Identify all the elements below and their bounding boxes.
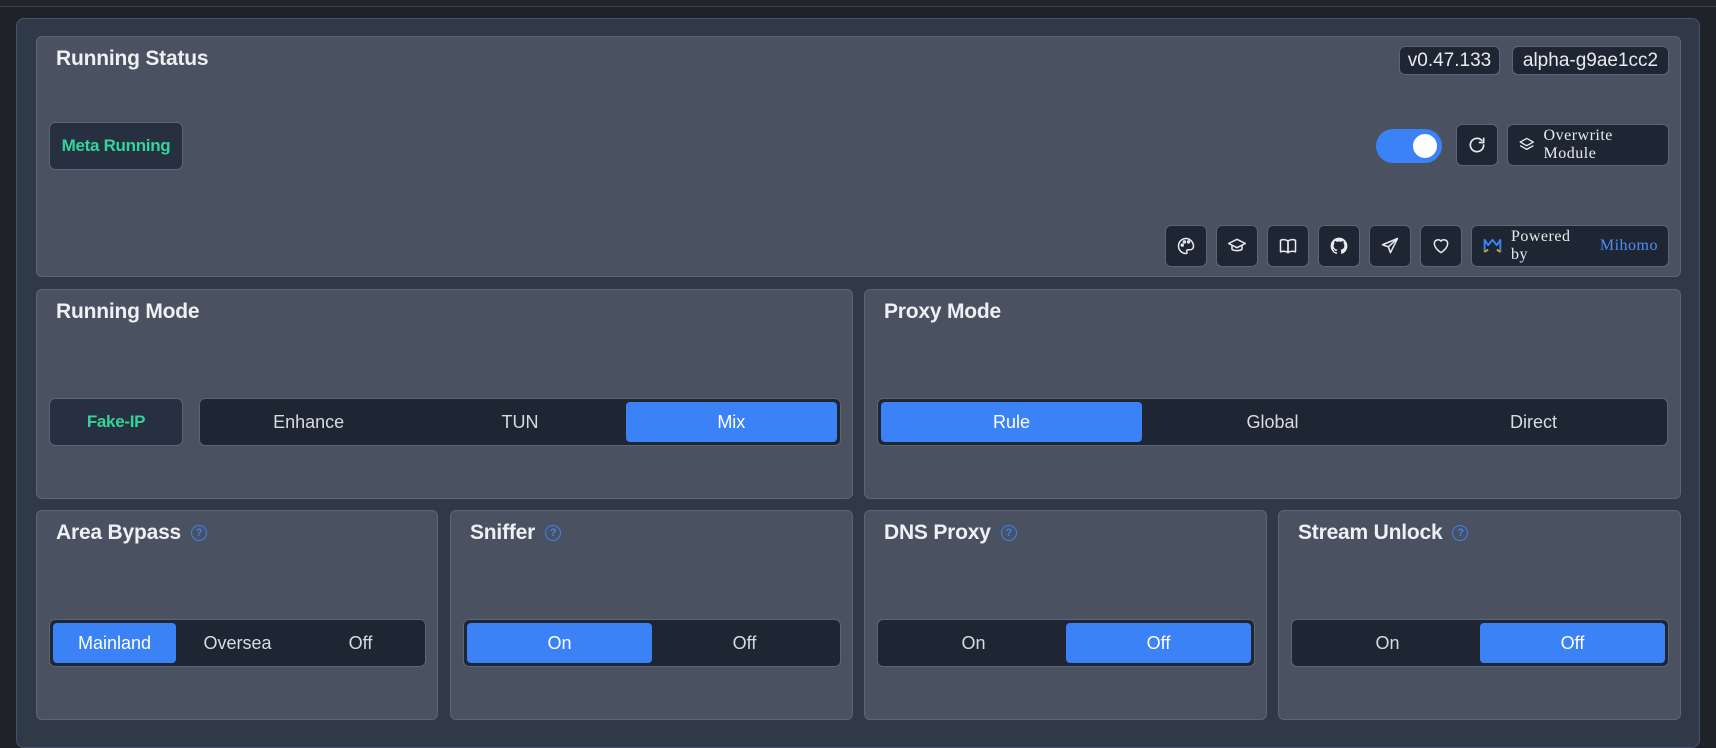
- running-status-card: Running Status v0.47.133 alpha-g9ae1cc2 …: [36, 36, 1681, 277]
- running-status-title: Running Status: [56, 47, 209, 71]
- stream-option-off[interactable]: Off: [1480, 623, 1665, 663]
- stream-option-on[interactable]: On: [1295, 623, 1480, 663]
- card-title-text: Running Mode: [56, 300, 200, 323]
- area-bypass-card: Area Bypass ? Mainland Oversea Off: [36, 510, 438, 720]
- docs-button[interactable]: [1267, 225, 1309, 267]
- card-title-text: Area Bypass: [56, 521, 182, 544]
- telegram-icon: [1381, 237, 1399, 254]
- sniffer-card: Sniffer ? On Off: [450, 510, 853, 720]
- core-toggle[interactable]: [1376, 129, 1442, 163]
- card-title-text: Sniffer: [470, 521, 536, 544]
- github-icon: [1330, 237, 1348, 254]
- area-option-off[interactable]: Off: [299, 623, 422, 663]
- stream-unlock-card: Stream Unlock ? On Off: [1278, 510, 1681, 720]
- mode-option-mix[interactable]: Mix: [625, 402, 837, 442]
- dns-mode-text: Fake-IP: [86, 412, 146, 431]
- running-mode-card: Running Mode Fake-IP Enhance TUN Mix: [36, 289, 853, 499]
- proxy-option-rule[interactable]: Rule: [881, 402, 1142, 442]
- sniffer-selector: On Off: [463, 619, 841, 667]
- mihomo-logo-icon: [1483, 238, 1502, 253]
- version-badge: v0.47.133: [1399, 46, 1500, 75]
- powered-by-text: Powered by: [1510, 228, 1571, 263]
- status-badge: Meta Running: [49, 122, 183, 170]
- palette-icon: [1177, 237, 1195, 255]
- main-panel: Running Status v0.47.133 alpha-g9ae1cc2 …: [16, 18, 1700, 748]
- theme-button[interactable]: [1165, 225, 1207, 267]
- proxy-mode-selector: Rule Global Direct: [877, 398, 1668, 446]
- heart-icon: [1433, 239, 1449, 254]
- core-version-badge: alpha-g9ae1cc2: [1512, 46, 1669, 75]
- help-icon[interactable]: ?: [1452, 525, 1469, 541]
- sniffer-option-on[interactable]: On: [467, 623, 652, 663]
- refresh-icon: [1469, 137, 1485, 153]
- running-mode-selector: Enhance TUN Mix: [199, 398, 841, 446]
- restart-button[interactable]: [1456, 124, 1498, 166]
- proxy-option-direct[interactable]: Direct: [1403, 402, 1664, 442]
- area-bypass-title: Area Bypass ?: [56, 521, 208, 545]
- dns-proxy-card: DNS Proxy ? On Off: [864, 510, 1267, 720]
- area-bypass-selector: Mainland Oversea Off: [49, 619, 426, 667]
- dns-proxy-selector: On Off: [877, 619, 1255, 667]
- card-title-text: Stream Unlock: [1298, 521, 1443, 544]
- graduation-cap-icon: [1227, 238, 1247, 252]
- help-icon[interactable]: ?: [545, 525, 562, 541]
- area-option-oversea[interactable]: Oversea: [176, 623, 299, 663]
- sponsor-button[interactable]: [1420, 225, 1462, 267]
- dns-proxy-title: DNS Proxy ?: [884, 521, 1017, 545]
- proxy-option-global[interactable]: Global: [1142, 402, 1403, 442]
- card-title-text: Proxy Mode: [884, 300, 1002, 323]
- sniffer-option-off[interactable]: Off: [652, 623, 837, 663]
- running-mode-title: Running Mode: [56, 300, 200, 324]
- dns-option-on[interactable]: On: [881, 623, 1066, 663]
- area-option-mainland[interactable]: Mainland: [53, 623, 176, 663]
- stream-unlock-selector: On Off: [1291, 619, 1669, 667]
- telegram-button[interactable]: [1369, 225, 1411, 267]
- core-version-text: alpha-g9ae1cc2: [1522, 49, 1659, 71]
- stream-unlock-title: Stream Unlock ?: [1298, 521, 1469, 545]
- dns-mode-badge: Fake-IP: [49, 398, 183, 446]
- card-title-text: DNS Proxy: [884, 521, 991, 544]
- sniffer-title: Sniffer ?: [470, 521, 562, 545]
- powered-by-mihomo-link[interactable]: Powered by Mihomo: [1471, 225, 1669, 267]
- layers-icon: [1519, 137, 1534, 151]
- status-text: Meta Running: [61, 136, 171, 155]
- mode-option-enhance[interactable]: Enhance: [203, 402, 414, 442]
- overwrite-label: Overwrite Module: [1543, 127, 1613, 162]
- github-button[interactable]: [1318, 225, 1360, 267]
- tutorial-button[interactable]: [1216, 225, 1258, 267]
- proxy-mode-title: Proxy Mode: [884, 300, 1001, 324]
- mode-option-tun[interactable]: TUN: [414, 402, 625, 442]
- mihomo-text: Mihomo: [1599, 237, 1658, 254]
- help-icon[interactable]: ?: [191, 525, 208, 541]
- overwrite-module-button[interactable]: Overwrite Module: [1507, 124, 1669, 166]
- help-icon[interactable]: ?: [1000, 525, 1017, 541]
- dns-option-off[interactable]: Off: [1066, 623, 1251, 663]
- top-bar: [0, 0, 1716, 7]
- toggle-knob: [1413, 134, 1437, 158]
- card-title-text: Running Status: [56, 47, 209, 70]
- proxy-mode-card: Proxy Mode Rule Global Direct: [864, 289, 1681, 499]
- version-text: v0.47.133: [1407, 49, 1492, 71]
- book-icon: [1279, 238, 1297, 254]
